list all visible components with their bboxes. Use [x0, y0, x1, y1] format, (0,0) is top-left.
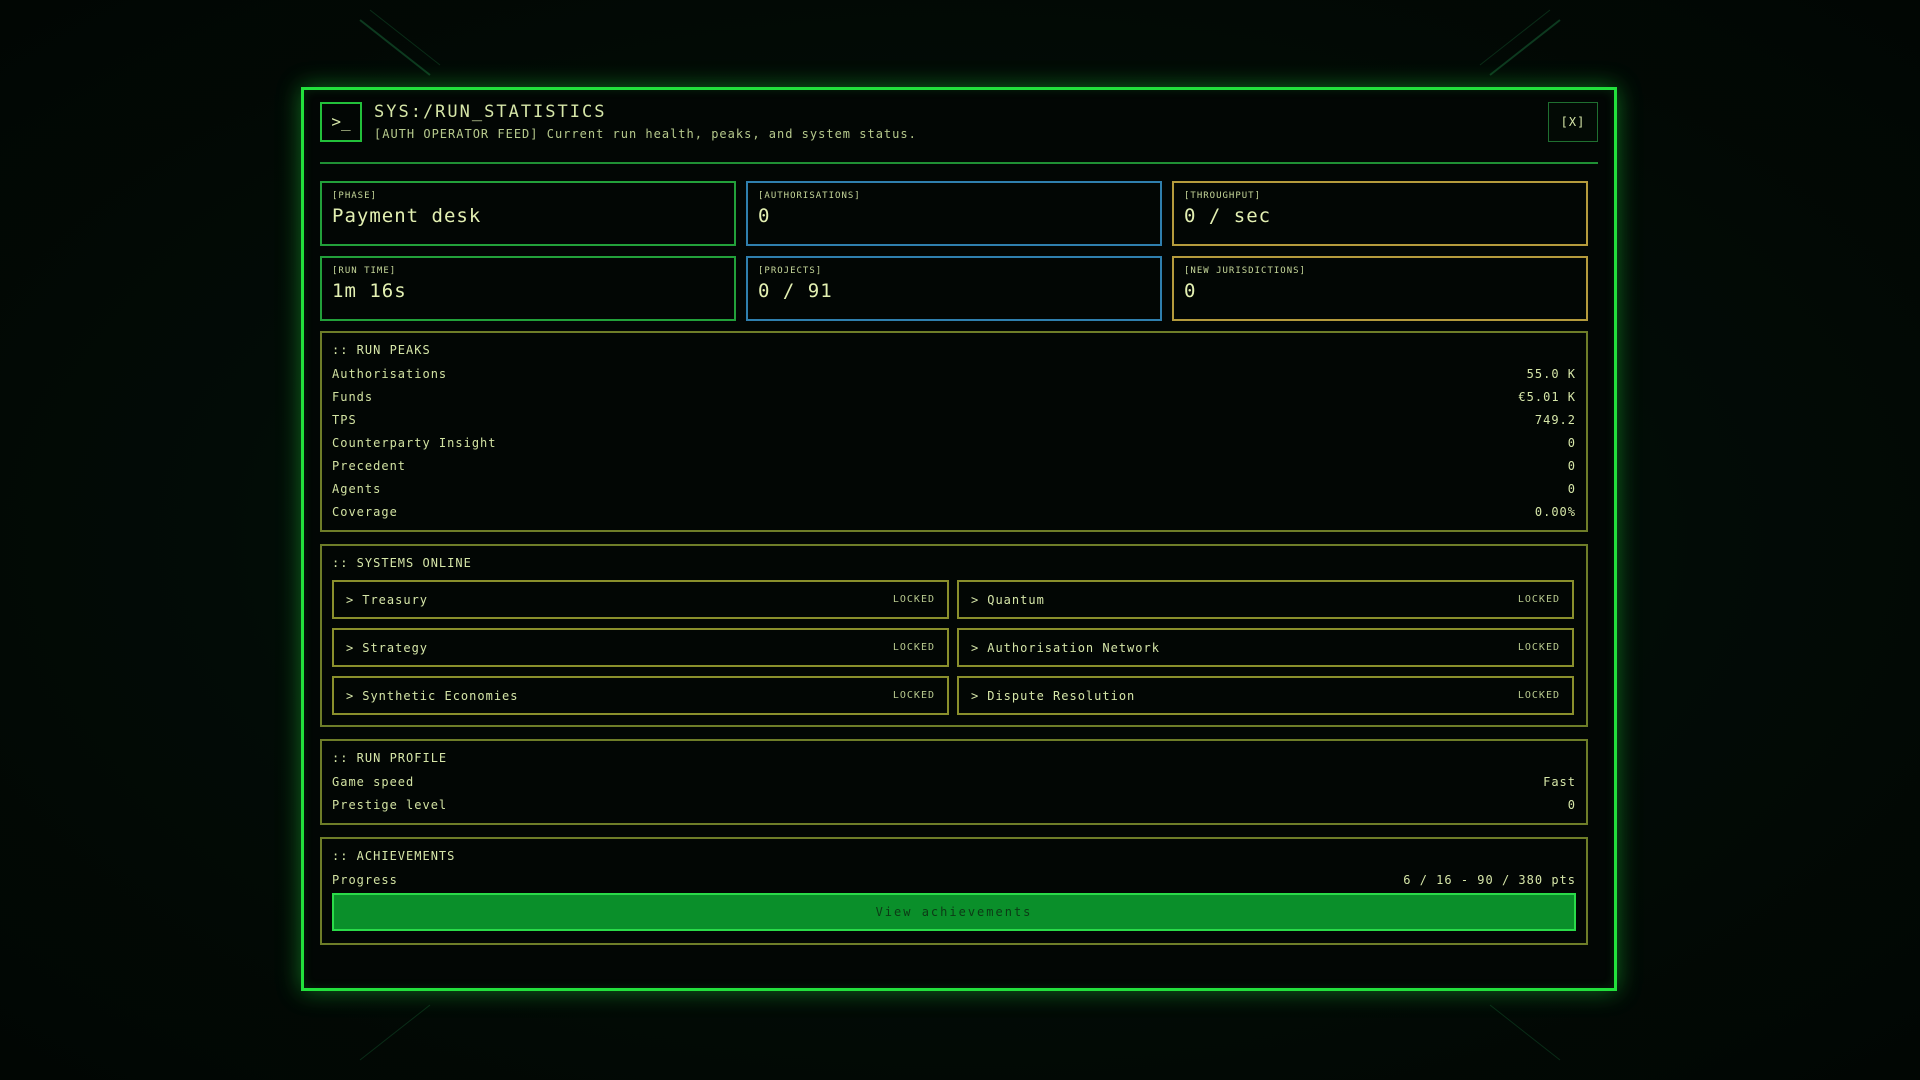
row-value: 0 — [1567, 459, 1576, 473]
row-label: Agents — [332, 482, 382, 496]
row-value: €5.01 K — [1518, 390, 1576, 404]
lock-status: LOCKED — [1517, 594, 1560, 605]
row-label: Counterparty Insight — [332, 436, 497, 450]
dialog-title: SYS:/RUN_STATISTICS — [374, 102, 607, 122]
system-label: Strategy — [362, 640, 429, 655]
stat-value: 0 — [1184, 280, 1197, 302]
stat-label: [RUN TIME] — [332, 266, 397, 276]
stat-card-run-time: [RUN TIME] 1m 16s — [320, 256, 736, 321]
dialog-subtitle: [AUTH OPERATOR FEED] Current run health,… — [374, 127, 917, 141]
stat-value: 1m 16s — [332, 280, 407, 302]
list-item: Coverage 0.00% — [332, 502, 1576, 525]
lock-status: LOCKED — [1517, 690, 1560, 701]
section-title: :: SYSTEMS ONLINE — [332, 556, 472, 570]
system-item-quantum[interactable]: > Quantum LOCKED — [957, 580, 1574, 619]
list-item: TPS 749.2 — [332, 410, 1576, 433]
system-name: > Authorisation Network — [971, 641, 1160, 655]
section-title: :: RUN PROFILE — [332, 751, 448, 765]
stat-value: 0 — [758, 205, 771, 227]
chevron-right-icon: > — [971, 592, 980, 607]
row-value: 749.2 — [1534, 413, 1576, 427]
systems-online-section: :: SYSTEMS ONLINE > Treasury LOCKED > Quan… — [320, 544, 1588, 727]
row-label: TPS — [332, 413, 357, 427]
dialog-header: >_ SYS:/RUN_STATISTICS [AUTH OPERATOR FE… — [320, 102, 1598, 164]
system-label: Dispute Resolution — [987, 688, 1136, 703]
stat-value: 0 / sec — [1184, 205, 1272, 227]
row-value: 0 — [1567, 798, 1576, 812]
lock-status: LOCKED — [892, 594, 935, 605]
stat-label: [AUTHORISATIONS] — [758, 191, 861, 201]
row-value: 0 — [1567, 436, 1576, 450]
row-value: 0.00% — [1534, 505, 1576, 519]
terminal-prompt-icon: >_ — [320, 102, 362, 142]
chevron-right-icon: > — [971, 640, 980, 655]
run-statistics-dialog: >_ SYS:/RUN_STATISTICS [AUTH OPERATOR FE… — [301, 87, 1617, 991]
stat-label: [PHASE] — [332, 191, 377, 201]
progress-value: 6 / 16 - 90 / 380 pts — [1403, 873, 1576, 887]
stat-card-projects: [PROJECTS] 0 / 91 — [746, 256, 1162, 321]
row-value: Fast — [1543, 775, 1576, 789]
list-item: Authorisations 55.0 K — [332, 364, 1576, 387]
stat-card-new-jurisdictions: [NEW JURISDICTIONS] 0 — [1172, 256, 1588, 321]
list-item: Counterparty Insight 0 — [332, 433, 1576, 456]
row-label: Precedent — [332, 459, 407, 473]
system-label: Quantum — [987, 592, 1045, 607]
stat-value: Payment desk — [332, 205, 482, 227]
chevron-right-icon: > — [971, 688, 980, 703]
view-achievements-button[interactable]: View achievements — [332, 893, 1576, 931]
stat-card-throughput: [THROUGHPUT] 0 / sec — [1172, 181, 1588, 246]
stat-label: [NEW JURISDICTIONS] — [1184, 266, 1306, 276]
run-profile-section: :: RUN PROFILE Game speed Fast Prestige … — [320, 739, 1588, 825]
systems-grid: > Treasury LOCKED > Quantum LOCKED > Strate… — [332, 580, 1576, 720]
system-label: Treasury — [362, 592, 429, 607]
row-label: Prestige level — [332, 798, 448, 812]
row-label: Authorisations — [332, 367, 448, 381]
achievements-progress: Progress 6 / 16 - 90 / 380 pts — [332, 870, 1576, 893]
list-item: Prestige level 0 — [332, 795, 1576, 818]
close-button[interactable]: [X] — [1548, 102, 1598, 142]
stat-card-authorisations: [AUTHORISATIONS] 0 — [746, 181, 1162, 246]
chevron-right-icon: > — [346, 592, 355, 607]
section-title: :: RUN PEAKS — [332, 343, 431, 357]
row-label: Game speed — [332, 775, 415, 789]
lock-status: LOCKED — [892, 642, 935, 653]
progress-label: Progress — [332, 873, 398, 887]
list-item: Game speed Fast — [332, 772, 1576, 795]
list-item: Precedent 0 — [332, 456, 1576, 479]
system-name: > Treasury — [346, 593, 428, 607]
lock-status: LOCKED — [892, 690, 935, 701]
list-item: Agents 0 — [332, 479, 1576, 502]
system-label: Synthetic Economies — [362, 688, 519, 703]
list-item: Funds €5.01 K — [332, 387, 1576, 410]
system-item-treasury[interactable]: > Treasury LOCKED — [332, 580, 949, 619]
system-label: Authorisation Network — [987, 640, 1160, 655]
system-name: > Synthetic Economies — [346, 689, 519, 703]
system-item-authorisation-network[interactable]: > Authorisation Network LOCKED — [957, 628, 1574, 667]
stat-label: [PROJECTS] — [758, 266, 823, 276]
row-value: 55.0 K — [1526, 367, 1576, 381]
stat-card-phase: [PHASE] Payment desk — [320, 181, 736, 246]
row-label: Funds — [332, 390, 374, 404]
row-label: Coverage — [332, 505, 398, 519]
system-name: > Strategy — [346, 641, 428, 655]
system-name: > Quantum — [971, 593, 1045, 607]
chevron-right-icon: > — [346, 688, 355, 703]
run-peaks-section: :: RUN PEAKS Authorisations 55.0 K Funds… — [320, 331, 1588, 532]
row-value: 0 — [1567, 482, 1576, 496]
lock-status: LOCKED — [1517, 642, 1560, 653]
system-item-synthetic-economies[interactable]: > Synthetic Economies LOCKED — [332, 676, 949, 715]
stat-value: 0 / 91 — [758, 280, 833, 302]
achievements-section: :: ACHIEVEMENTS Progress 6 / 16 - 90 / 3… — [320, 837, 1588, 945]
section-title: :: ACHIEVEMENTS — [332, 849, 456, 863]
system-name: > Dispute Resolution — [971, 689, 1135, 703]
chevron-right-icon: > — [346, 640, 355, 655]
system-item-dispute-resolution[interactable]: > Dispute Resolution LOCKED — [957, 676, 1574, 715]
stat-label: [THROUGHPUT] — [1184, 191, 1262, 201]
system-item-strategy[interactable]: > Strategy LOCKED — [332, 628, 949, 667]
